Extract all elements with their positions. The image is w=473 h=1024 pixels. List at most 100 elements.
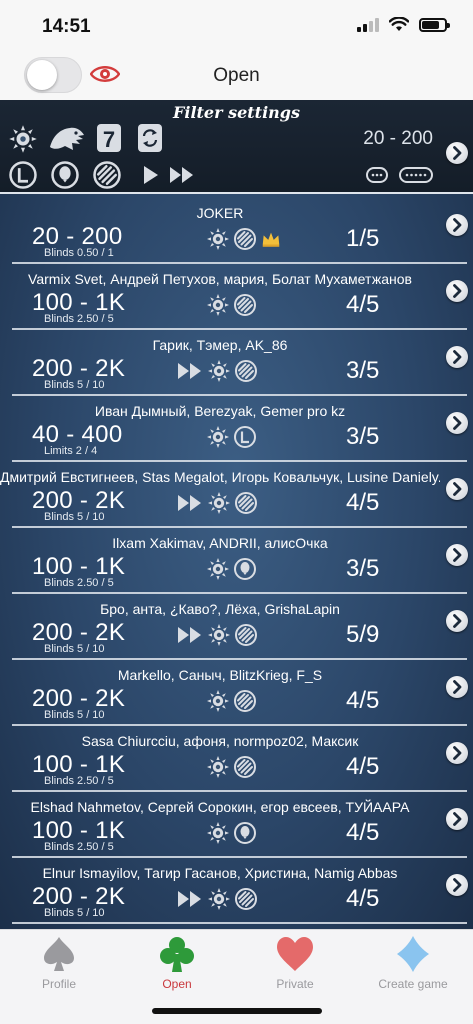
join-game-button[interactable] xyxy=(446,214,468,236)
blinds-info: Blinds 5 / 10 xyxy=(44,709,105,721)
blinds-info: Blinds 2.50 / 5 xyxy=(44,577,114,589)
game-type-icons xyxy=(206,227,282,251)
seat-count: 4/5 xyxy=(346,687,380,714)
club-icon xyxy=(160,937,194,972)
filter-range: 20 - 200 xyxy=(363,128,433,149)
chevron-right-icon xyxy=(446,478,468,500)
striped-ball-icon xyxy=(233,755,257,779)
balloon-icon[interactable] xyxy=(50,160,80,190)
tab-create-game[interactable]: Create game xyxy=(354,934,472,991)
game-row[interactable]: Markello, Саныч, BlitzKrieg, F_S 200 - 2K… xyxy=(0,660,473,726)
filter-panel[interactable]: Filter settings 7 20 - 200 xyxy=(0,100,473,194)
game-row[interactable]: Elnur Ismayilov, Тагир Гасанов, Христина… xyxy=(0,858,473,924)
small-table-icon[interactable] xyxy=(364,164,390,186)
sun-icon xyxy=(206,689,230,713)
join-game-button[interactable] xyxy=(446,280,468,302)
status-icons xyxy=(357,17,450,32)
sun-icon xyxy=(206,293,230,317)
seat-count: 3/5 xyxy=(346,555,380,582)
signal-icon xyxy=(357,17,379,32)
striped-ball-icon xyxy=(234,887,258,911)
limit-icon xyxy=(233,425,257,449)
player-names: Sasa Chiurcciu, афоня, normpoz02, Максик xyxy=(81,733,359,749)
sun-icon xyxy=(206,821,230,845)
game-row[interactable]: Иван Дымный, Berezyak, Gemer pro kz 40 - … xyxy=(0,396,473,462)
seat-count: 4/5 xyxy=(346,885,380,912)
join-game-button[interactable] xyxy=(446,478,468,500)
join-game-button[interactable] xyxy=(446,808,468,830)
game-list-area: Filter settings 7 20 - 200 JOKER 20 - 20… xyxy=(0,100,473,929)
chevron-right-icon xyxy=(446,544,468,566)
join-game-button[interactable] xyxy=(446,412,468,434)
status-time: 14:51 xyxy=(42,16,91,37)
tab-private[interactable]: Private xyxy=(236,934,354,991)
game-row[interactable]: Бро, анта, ¿Каво?, Лёха, GrishaLapin 200 … xyxy=(0,594,473,660)
seven-card-icon[interactable]: 7 xyxy=(95,122,123,154)
chevron-right-icon xyxy=(446,142,468,164)
fast-forward-icon xyxy=(176,491,204,515)
seat-count: 4/5 xyxy=(346,753,380,780)
blinds-info: Blinds 2.50 / 5 xyxy=(44,313,114,325)
sun-icon xyxy=(206,227,230,251)
fast-forward-icon[interactable] xyxy=(168,162,196,188)
blinds-info: Blinds 5 / 10 xyxy=(44,907,105,919)
game-row[interactable]: Ilxam Xakimav, ANDRII, алисОчка 100 - 1K B… xyxy=(0,528,473,594)
join-game-button[interactable] xyxy=(446,610,468,632)
header: Open xyxy=(0,52,473,100)
sun-icon xyxy=(207,491,231,515)
sun-icon[interactable] xyxy=(8,124,38,154)
tab-open-label: Open xyxy=(162,977,192,991)
game-row[interactable]: Sasa Chiurcciu, афоня, normpoz02, Максик… xyxy=(0,726,473,792)
balloon-icon xyxy=(233,821,257,845)
heart-icon xyxy=(277,937,313,971)
striped-ball-icon xyxy=(233,227,257,251)
striped-ball-icon[interactable] xyxy=(92,160,122,190)
tab-open[interactable]: Open xyxy=(118,934,236,991)
player-names: Elnur Ismayilov, Тагир Гасанов, Христина… xyxy=(42,865,398,881)
spade-icon xyxy=(44,937,74,971)
eagle-icon[interactable] xyxy=(47,122,87,156)
limit-icon[interactable] xyxy=(8,160,38,190)
game-type-icons xyxy=(206,755,257,779)
seat-count: 4/5 xyxy=(346,489,380,516)
game-row[interactable]: JOKER 20 - 200 Blinds 0.50 / 1 1/5 xyxy=(0,198,473,264)
seat-count: 1/5 xyxy=(346,225,380,252)
page-title: Open xyxy=(213,65,260,86)
join-game-button[interactable] xyxy=(446,346,468,368)
chevron-right-icon xyxy=(446,346,468,368)
join-game-button[interactable] xyxy=(446,742,468,764)
diamond-icon xyxy=(397,936,429,972)
game-row[interactable]: Elshad Nahmetov, Сергей Сорокин, егор ев… xyxy=(0,792,473,858)
player-names: Бро, анта, ¿Каво?, Лёха, GrishaLapin xyxy=(100,601,340,617)
chevron-right-icon xyxy=(446,280,468,302)
sun-icon xyxy=(207,359,231,383)
game-type-icons xyxy=(176,623,258,647)
game-row[interactable]: Дмитрий Евстигнеев, Stas Megalot, Игорь … xyxy=(0,462,473,528)
crown-icon xyxy=(260,228,282,250)
striped-ball-icon xyxy=(234,359,258,383)
chevron-right-icon xyxy=(446,214,468,236)
blinds-info: Blinds 2.50 / 5 xyxy=(44,841,114,853)
blinds-info: Blinds 5 / 10 xyxy=(44,643,105,655)
large-table-icon[interactable] xyxy=(398,164,434,186)
join-game-button[interactable] xyxy=(446,676,468,698)
wifi-icon xyxy=(389,17,409,31)
player-names: Elshad Nahmetov, Сергей Сорокин, егор ев… xyxy=(30,799,410,815)
home-indicator xyxy=(152,1008,322,1014)
play-icon[interactable] xyxy=(140,162,162,188)
tab-profile[interactable]: Profile xyxy=(0,934,118,991)
filter-open-button[interactable] xyxy=(446,142,468,164)
sun-icon xyxy=(206,557,230,581)
chevron-right-icon xyxy=(446,412,468,434)
game-type-icons xyxy=(176,491,258,515)
game-row[interactable]: Varmix Svet, Андрей Петухов, мария, Бола… xyxy=(0,264,473,330)
row-divider xyxy=(12,922,467,924)
striped-ball-icon xyxy=(234,491,258,515)
game-row[interactable]: Гарик, Тэмер, AK_86 200 - 2K Blinds 5 / 10… xyxy=(0,330,473,396)
player-names: Varmix Svet, Андрей Петухов, мария, Бола… xyxy=(28,271,412,287)
join-game-button[interactable] xyxy=(446,544,468,566)
join-game-button[interactable] xyxy=(446,874,468,896)
seat-count: 3/5 xyxy=(346,423,380,450)
transfer-cards-icon[interactable] xyxy=(136,122,164,154)
fast-forward-icon xyxy=(176,359,204,383)
